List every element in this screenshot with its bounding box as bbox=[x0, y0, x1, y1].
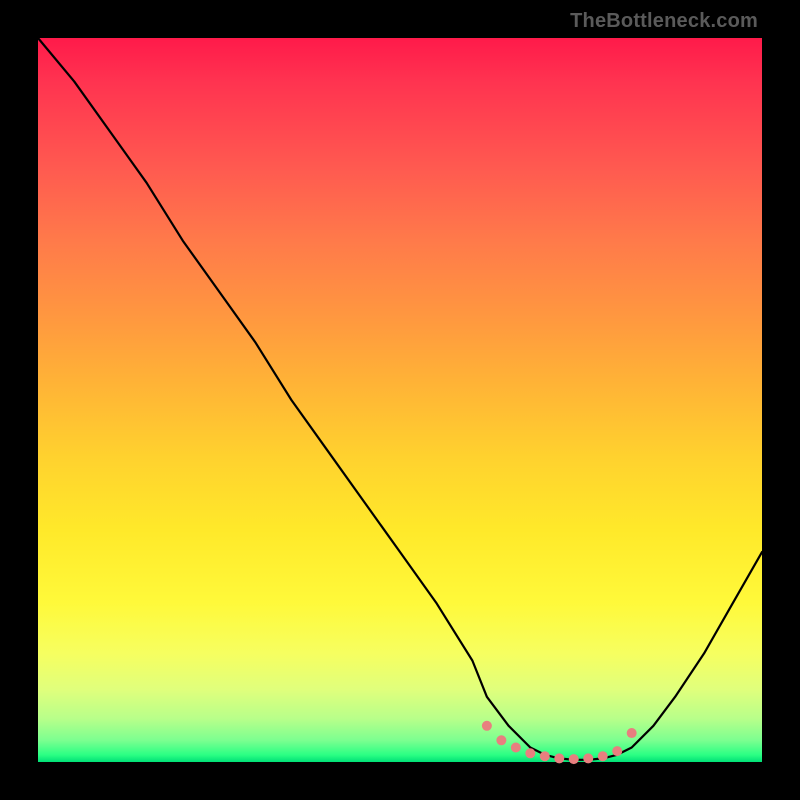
marker-point bbox=[525, 748, 535, 758]
marker-point bbox=[583, 753, 593, 763]
marker-point bbox=[482, 721, 492, 731]
marker-point bbox=[612, 746, 622, 756]
marker-point bbox=[496, 735, 506, 745]
chart-svg bbox=[38, 38, 762, 762]
chart-frame: TheBottleneck.com bbox=[0, 0, 800, 800]
marker-point bbox=[511, 743, 521, 753]
watermark-text: TheBottleneck.com bbox=[570, 10, 758, 33]
marker-point bbox=[554, 753, 564, 763]
marker-point bbox=[598, 751, 608, 761]
marker-point bbox=[569, 754, 579, 764]
bottleneck-curve bbox=[38, 38, 762, 760]
marker-point bbox=[627, 728, 637, 738]
plot-area bbox=[38, 38, 762, 762]
marker-group bbox=[482, 721, 637, 764]
marker-point bbox=[540, 751, 550, 761]
